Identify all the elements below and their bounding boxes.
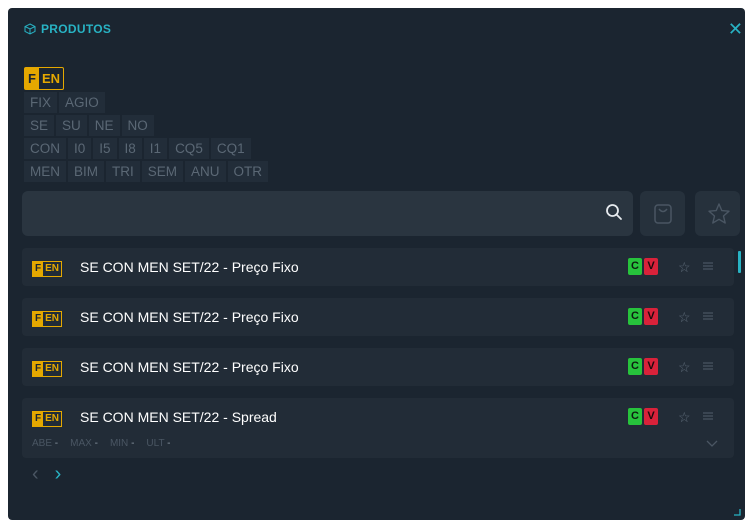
metric-min: MIN -: [110, 438, 134, 449]
pagination: ‹ ›: [32, 464, 61, 484]
menu-icon[interactable]: [702, 410, 714, 422]
tag-en: EN: [45, 413, 60, 424]
tag-en: EN: [45, 263, 60, 274]
panel-header: PRODUTOS ✕: [8, 8, 745, 52]
chevron-left-icon[interactable]: ‹: [32, 464, 39, 484]
tag-f: F: [33, 362, 44, 376]
market-tag-f: F: [25, 68, 39, 89]
filter-i1[interactable]: I1: [143, 138, 168, 159]
star-icon[interactable]: ☆: [678, 409, 691, 426]
product-metrics: ABE - MAX - MIN - ULT -: [32, 438, 171, 449]
filter-su[interactable]: SU: [56, 115, 87, 136]
filter-tri[interactable]: TRI: [106, 161, 140, 182]
sell-button[interactable]: V: [644, 308, 658, 325]
market-tag: F EN: [32, 311, 63, 327]
tag-f: F: [33, 312, 44, 326]
search-box: [22, 191, 633, 236]
list-item[interactable]: F EN SE CON MEN SET/22 - Spread C V ☆ AB…: [22, 398, 734, 458]
market-tag: F EN: [32, 261, 63, 277]
product-name: SE CON MEN SET/22 - Preço Fixo: [80, 359, 299, 375]
metric-value: -: [94, 438, 98, 449]
metric-max: MAX -: [70, 438, 98, 449]
metric-value: -: [131, 438, 135, 449]
market-tag: F EN: [32, 361, 63, 377]
filter-i8[interactable]: I8: [118, 138, 142, 159]
market-tag: F EN: [32, 411, 63, 427]
menu-icon[interactable]: [702, 360, 714, 372]
close-icon[interactable]: ✕: [728, 20, 743, 38]
filter-row-submarket: SE SU NE NO: [24, 115, 268, 136]
filter-fix[interactable]: FIX: [24, 92, 58, 113]
filter-no[interactable]: NO: [121, 115, 154, 136]
sell-button[interactable]: V: [644, 358, 658, 375]
filter-row-type: FIX AGIO: [24, 92, 268, 113]
resize-handle-icon[interactable]: [733, 508, 741, 516]
filter-cq5[interactable]: CQ5: [169, 138, 209, 159]
cart-button[interactable]: [640, 191, 685, 236]
star-icon[interactable]: ☆: [678, 359, 691, 376]
buy-button[interactable]: C: [628, 308, 642, 325]
metric-value: -: [54, 438, 59, 449]
filter-i0[interactable]: I0: [68, 138, 92, 159]
metric-ult: ULT -: [146, 438, 170, 449]
search-icon[interactable]: [605, 203, 623, 221]
metric-abe: ABE -: [32, 438, 58, 449]
sell-button[interactable]: V: [644, 408, 658, 425]
metric-label: MAX: [70, 438, 92, 449]
product-list: F EN SE CON MEN SET/22 - Preço Fixo C V …: [22, 248, 734, 470]
list-item[interactable]: F EN SE CON MEN SET/22 - Preço Fixo C V …: [22, 298, 734, 336]
buy-button[interactable]: C: [628, 358, 642, 375]
filter-ne[interactable]: NE: [88, 115, 120, 136]
filter-se[interactable]: SE: [24, 115, 55, 136]
filter-i5[interactable]: I5: [93, 138, 117, 159]
menu-icon[interactable]: [702, 310, 714, 322]
scroll-indicator[interactable]: [738, 251, 741, 273]
panel-title: PRODUTOS: [24, 22, 111, 36]
market-filter-fen[interactable]: F EN: [24, 67, 65, 90]
product-name: SE CON MEN SET/22 - Spread: [80, 409, 277, 425]
filter-bim[interactable]: BIM: [68, 161, 105, 182]
tag-f: F: [33, 412, 44, 426]
cube-icon: [24, 23, 36, 35]
buy-button[interactable]: C: [628, 408, 642, 425]
favorites-button[interactable]: [695, 191, 740, 236]
filter-row-source: CON I0 I5 I8 I1 CQ5 CQ1: [24, 138, 268, 159]
list-item[interactable]: F EN SE CON MEN SET/22 - Preço Fixo C V …: [22, 248, 734, 286]
filter-anu[interactable]: ANU: [185, 161, 226, 182]
products-panel: PRODUTOS ✕ F EN FIX AGIO SE SU NE NO CON…: [8, 8, 745, 520]
filter-otr[interactable]: OTR: [227, 161, 269, 182]
menu-icon[interactable]: [702, 260, 714, 272]
tag-f: F: [33, 262, 44, 276]
metric-value: -: [167, 438, 171, 449]
star-icon[interactable]: ☆: [678, 259, 691, 276]
product-name: SE CON MEN SET/22 - Preço Fixo: [80, 259, 299, 275]
metric-label: ABE: [32, 438, 53, 449]
metric-label: ULT: [146, 438, 165, 449]
star-icon[interactable]: ☆: [678, 309, 691, 326]
chevron-right-icon[interactable]: ›: [55, 464, 62, 484]
buy-button[interactable]: C: [628, 258, 642, 275]
metric-label: MIN: [109, 438, 129, 449]
product-name: SE CON MEN SET/22 - Preço Fixo: [80, 309, 299, 325]
filter-men[interactable]: MEN: [24, 161, 66, 182]
panel-title-text: PRODUTOS: [41, 22, 112, 36]
filter-sem[interactable]: SEM: [141, 161, 184, 182]
list-item[interactable]: F EN SE CON MEN SET/22 - Preço Fixo C V …: [22, 348, 734, 386]
tag-en: EN: [45, 363, 60, 374]
filter-row-period: MEN BIM TRI SEM ANU OTR: [24, 161, 269, 182]
filter-con[interactable]: CON: [24, 138, 66, 159]
filter-cq1[interactable]: CQ1: [210, 138, 251, 159]
search-input[interactable]: [32, 199, 596, 229]
star-icon: [708, 203, 730, 224]
market-tag-en: EN: [41, 71, 61, 86]
tag-en: EN: [45, 313, 60, 324]
filter-agio[interactable]: AGIO: [59, 92, 105, 113]
filter-grid: FIX AGIO SE SU NE NO CON I0 I5 I8 I1 CQ5…: [24, 92, 269, 184]
sell-button[interactable]: V: [644, 258, 658, 275]
cart-icon: [654, 204, 672, 224]
chevron-down-icon[interactable]: [706, 440, 718, 448]
